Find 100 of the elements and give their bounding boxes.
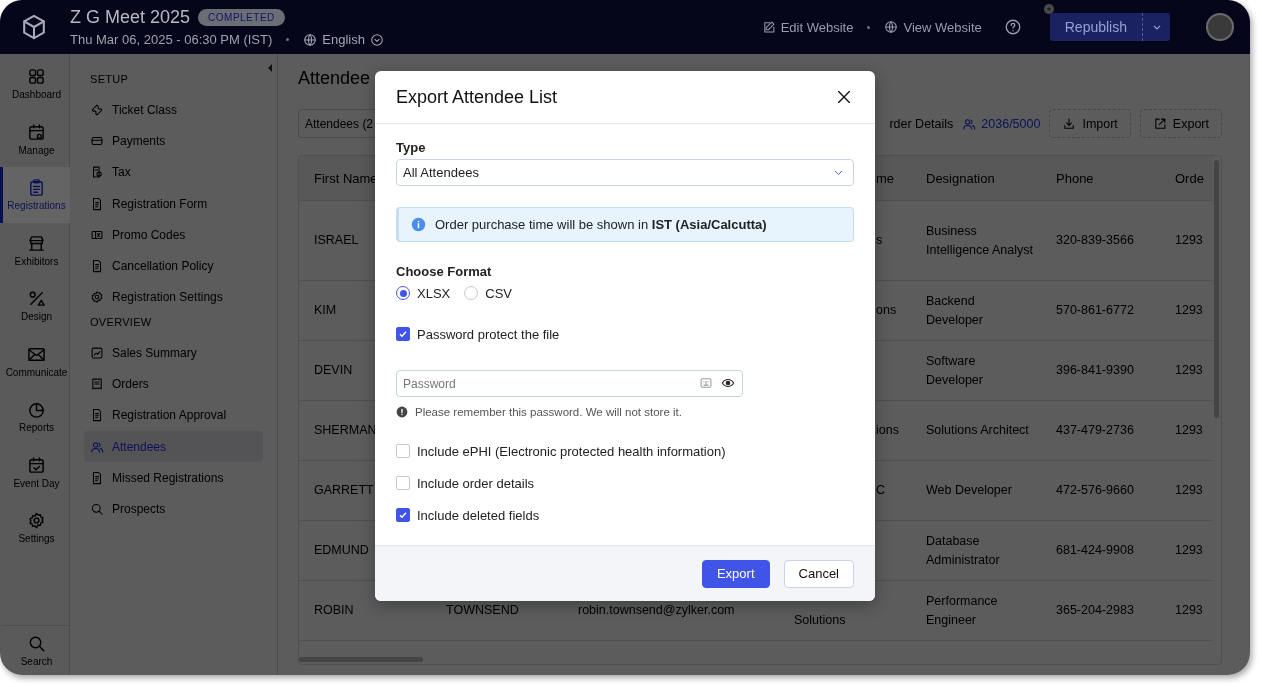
export-button[interactable]: Export — [1139, 109, 1222, 138]
close-icon[interactable] — [835, 88, 853, 106]
nav-rail-item[interactable]: Registrations — [0, 167, 70, 223]
field-label: Choose Format — [396, 264, 493, 279]
edit-icon — [761, 20, 776, 34]
sidebar-item[interactable]: Ticket Class — [112, 102, 177, 117]
sidebar-item[interactable]: Tax — [112, 165, 131, 180]
page-title: Attendee — [298, 68, 372, 90]
table-cell-text: 1293 — [1175, 542, 1203, 559]
table-cell-text: Backend Developer — [926, 292, 984, 329]
nav-rail-item[interactable]: Communicate — [0, 333, 70, 389]
settings-icon — [90, 290, 104, 305]
website-link[interactable]: View Website — [903, 19, 982, 35]
table-cell-text: s — [876, 232, 883, 249]
sidebar-item[interactable]: Attendees — [112, 439, 167, 454]
sidebar-item[interactable]: Registration Form — [112, 196, 208, 211]
avatar[interactable] — [1206, 13, 1234, 41]
sidebar-item[interactable]: Orders — [112, 377, 149, 391]
horizontal-scrollbar[interactable] — [299, 657, 423, 662]
table-cell-text: TOWNSEND — [446, 602, 519, 619]
table-cell-text: 1293 — [1175, 482, 1203, 499]
password-field[interactable]: Password — [396, 370, 743, 397]
info-icon — [411, 217, 426, 232]
table-cell-text: 1293 — [1175, 602, 1203, 619]
sidebar-item[interactable]: Registration Approval — [112, 408, 227, 423]
table-cell-text: DEVIN — [314, 362, 353, 379]
document-icon — [90, 408, 104, 423]
order-details-toggle[interactable]: rder Details — [889, 116, 954, 131]
website-link[interactable]: Edit Website — [780, 19, 854, 35]
sidebar-item[interactable]: Promo Codes — [112, 227, 186, 242]
import-icon — [1062, 116, 1077, 131]
check-icon — [398, 329, 408, 339]
column-header[interactable]: Phone — [1041, 156, 1163, 200]
section-heading: OVERVIEW — [89, 315, 153, 331]
radio-label: CSV — [485, 285, 512, 301]
sidebar-item[interactable]: Missed Registrations — [112, 470, 224, 485]
info-message: Order purchase time will be shown in IST (Asia/Calcutta) — [435, 217, 767, 232]
language-selector[interactable]: English — [322, 32, 365, 47]
nav-rail-item[interactable]: Reports — [0, 389, 70, 445]
checkbox-label: Include order details — [417, 475, 535, 491]
table-cell-text: 320-839-3566 — [1056, 232, 1134, 249]
table-cell-text: robin.townsend@zylker.com — [578, 602, 735, 619]
nav-rail-item[interactable]: Design — [0, 278, 70, 334]
table-cell-text: GARRETT — [314, 482, 374, 499]
table-cell-text: 365-204-2983 — [1056, 602, 1134, 619]
star-badge-icon — [1043, 4, 1054, 14]
pie-chart-icon — [27, 400, 46, 420]
table-cell-text: ISRAEL — [314, 232, 359, 249]
radio-button[interactable] — [396, 286, 410, 300]
column-header[interactable]: Designation — [911, 156, 1041, 200]
republish-menu-button[interactable] — [1142, 13, 1170, 41]
nav-rail-item[interactable]: Settings — [0, 500, 70, 556]
type-dropdown[interactable]: All Attendees — [396, 159, 854, 186]
attendee-count: 2036/5000 — [981, 116, 1041, 131]
checkbox[interactable] — [396, 508, 410, 522]
event-datetime: Thu Mar 06, 2025 - 06:30 PM (IST) — [70, 32, 273, 47]
checkbox[interactable] — [396, 327, 410, 341]
sidebar-item[interactable]: Cancellation Policy — [112, 259, 214, 274]
table-cell-text: 1293 — [1175, 422, 1203, 439]
table-cell-text: SHERMAN — [314, 422, 377, 439]
column-header[interactable]: Orde — [1163, 156, 1213, 200]
nav-rail-item[interactable]: Manage — [0, 111, 70, 167]
nav-rail-item[interactable]: Event Day — [0, 444, 70, 500]
nav-rail-item[interactable]: Exhibitors — [0, 222, 70, 278]
sidebar-item[interactable]: Payments — [112, 133, 166, 148]
cancel-button[interactable]: Cancel — [783, 559, 854, 588]
event-title: Z G Meet 2025 — [70, 7, 191, 28]
nav-rail-item[interactable]: Dashboard — [0, 56, 70, 112]
status-badge: COMPLETED — [198, 9, 285, 26]
sidebar-item[interactable]: Registration Settings — [112, 290, 223, 305]
receipt-icon — [90, 165, 104, 180]
table-cell-text: 1293 — [1175, 362, 1203, 379]
checkbox[interactable] — [396, 476, 410, 490]
table-cell-text: EDMUND — [314, 542, 369, 559]
table-cell-text: 1293 — [1175, 232, 1203, 249]
sidebar-item[interactable]: Prospects — [112, 502, 166, 517]
table-cell-text: Database Administrator — [926, 532, 1001, 569]
republish-button[interactable]: Republish — [1049, 13, 1142, 41]
alert-icon — [396, 406, 408, 418]
clipboard-icon — [27, 178, 46, 198]
document-icon — [90, 470, 104, 485]
checkbox[interactable] — [396, 444, 410, 458]
vertical-scrollbar[interactable] — [1214, 160, 1219, 418]
table-cell-text: 570-861-6772 — [1056, 302, 1134, 319]
sidebar-item[interactable]: Sales Summary — [112, 345, 197, 360]
check-icon — [398, 510, 408, 520]
export-button[interactable]: Export — [701, 559, 770, 588]
table-cell-text: 472-576-9660 — [1056, 482, 1134, 499]
settings-icon — [27, 511, 46, 531]
globe-icon — [303, 32, 318, 47]
globe-icon — [884, 20, 899, 34]
import-button[interactable]: Import — [1049, 109, 1131, 138]
table-cell-text: Business Intelligence Analyst — [926, 222, 1034, 259]
people-icon — [90, 439, 104, 454]
stall-icon — [27, 233, 46, 253]
password-hint: Please remember this password. We will not store it. — [415, 406, 682, 418]
section-heading: SETUP — [89, 72, 130, 87]
eye-icon[interactable] — [721, 376, 735, 390]
document-icon — [90, 196, 104, 211]
radio-button[interactable] — [464, 286, 479, 300]
